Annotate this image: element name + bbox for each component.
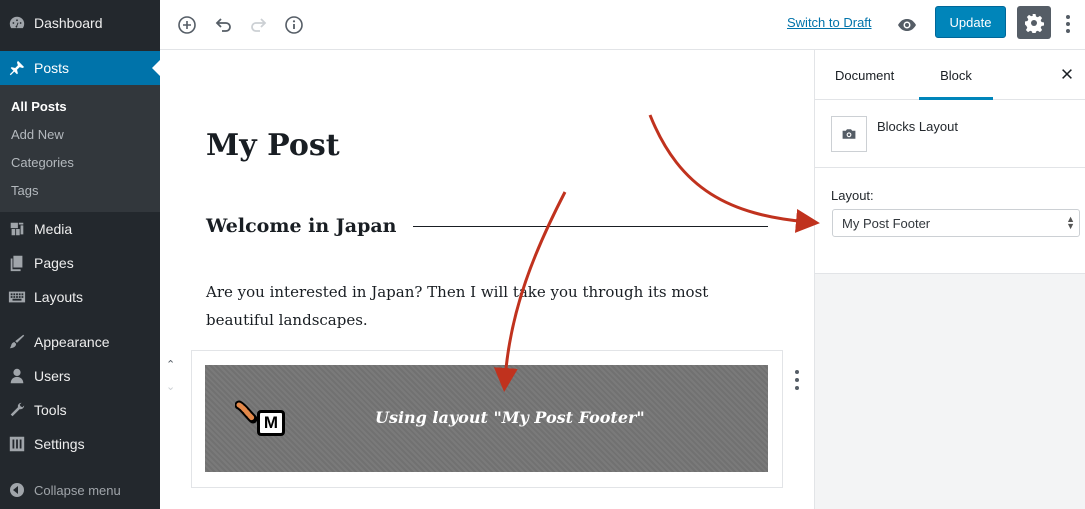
user-icon (0, 367, 34, 385)
pin-icon (0, 59, 34, 77)
camera-icon (831, 116, 867, 152)
move-up-icon[interactable]: ⌃ (166, 358, 175, 371)
sidebar-item-pages[interactable]: Pages (0, 246, 160, 280)
info-button[interactable] (281, 12, 307, 38)
switch-to-draft-link[interactable]: Switch to Draft (787, 15, 872, 30)
submenu-tags[interactable]: Tags (11, 183, 38, 198)
sidebar-item-label: Dashboard (34, 15, 103, 31)
redo-icon (251, 18, 267, 32)
tab-block[interactable]: Block (919, 50, 993, 100)
active-indicator (152, 60, 160, 76)
sidebar-item-posts[interactable]: Posts (0, 51, 160, 85)
layout-label: Layout: (831, 188, 874, 203)
brush-icon (0, 333, 34, 351)
collapse-menu-label: Collapse menu (34, 482, 121, 498)
settings-sliders-icon (0, 435, 34, 453)
pages-icon (0, 254, 34, 272)
sidebar-item-dashboard[interactable]: Dashboard (0, 6, 160, 40)
submenu-add-new[interactable]: Add New (11, 127, 64, 142)
panel-tabs: Document Block (815, 50, 1085, 100)
sidebar-item-label: Posts (34, 60, 70, 76)
logo-m-badge: M (257, 410, 285, 436)
sidebar-item-label: Appearance (34, 334, 110, 350)
sidebar-item-label: Layouts (34, 289, 84, 305)
editor-toolbar: Switch to Draft Update (160, 0, 1085, 50)
block-more-options-button[interactable] (794, 370, 800, 390)
sidebar-item-label: Users (34, 368, 71, 384)
select-caret-icon: ▲ ▼ (1066, 214, 1075, 231)
layout-block-caption: Using layout "My Post Footer" (375, 408, 645, 427)
sidebar-item-media[interactable]: Media (0, 212, 160, 246)
sidebar-item-label: Settings (34, 436, 85, 452)
sidebar-item-users[interactable]: Users (0, 359, 160, 393)
admin-sidebar: Dashboard Posts All Posts Add New Catego… (0, 0, 160, 509)
move-down-icon[interactable]: ⌄ (166, 380, 175, 393)
settings-button[interactable] (1017, 6, 1051, 39)
update-button[interactable]: Update (935, 6, 1006, 38)
close-icon[interactable] (1060, 67, 1076, 83)
layout-select-value: My Post Footer (842, 215, 931, 231)
layout-select[interactable]: My Post Footer ▲ ▼ (832, 209, 1080, 237)
layout-settings: Layout: My Post Footer ▲ ▼ (815, 168, 1085, 274)
sidebar-item-tools[interactable]: Tools (0, 393, 160, 427)
paragraph-block[interactable]: Are you interested in Japan? Then I will… (206, 278, 766, 334)
editor-canvas: My Post Welcome in Japan Are you interes… (160, 50, 814, 509)
add-block-button[interactable] (174, 12, 200, 38)
wrench-icon (0, 401, 34, 419)
dashboard-icon (0, 14, 34, 32)
sidebar-item-appearance[interactable]: Appearance (0, 325, 160, 359)
collapse-menu-button[interactable]: Collapse menu (0, 478, 160, 502)
sidebar-item-layouts[interactable]: Layouts (0, 280, 160, 314)
heading-divider (413, 226, 768, 227)
post-title[interactable]: My Post (206, 128, 340, 163)
plus-circle-icon (178, 16, 196, 34)
layout-block-preview[interactable]: M Using layout "My Post Footer" (205, 365, 768, 472)
sidebar-item-label: Tools (34, 402, 67, 418)
block-type-name: Blocks Layout (877, 119, 958, 134)
block-card: Blocks Layout (815, 100, 1085, 168)
sidebar-item-label: Media (34, 221, 73, 237)
submenu-categories[interactable]: Categories (11, 155, 74, 170)
settings-panel: Document Block Blocks Layout Layout: My … (814, 50, 1085, 509)
preview-button[interactable] (894, 12, 920, 38)
keyboard-icon (0, 288, 34, 306)
collapse-icon (0, 483, 34, 497)
sidebar-item-settings[interactable]: Settings (0, 427, 160, 461)
redo-button[interactable] (246, 12, 272, 38)
tab-document[interactable]: Document (835, 50, 894, 100)
posts-submenu: All Posts Add New Categories Tags (0, 85, 160, 212)
undo-icon (215, 18, 231, 32)
gear-icon (1025, 13, 1044, 33)
undo-button[interactable] (210, 12, 236, 38)
eye-icon (898, 19, 916, 31)
sidebar-item-label: Pages (34, 255, 74, 271)
heading-block[interactable]: Welcome in Japan (206, 215, 397, 237)
submenu-all-posts[interactable]: All Posts (11, 99, 67, 114)
info-icon (285, 16, 303, 34)
more-menu-button[interactable] (1060, 12, 1076, 36)
media-icon (0, 220, 34, 238)
